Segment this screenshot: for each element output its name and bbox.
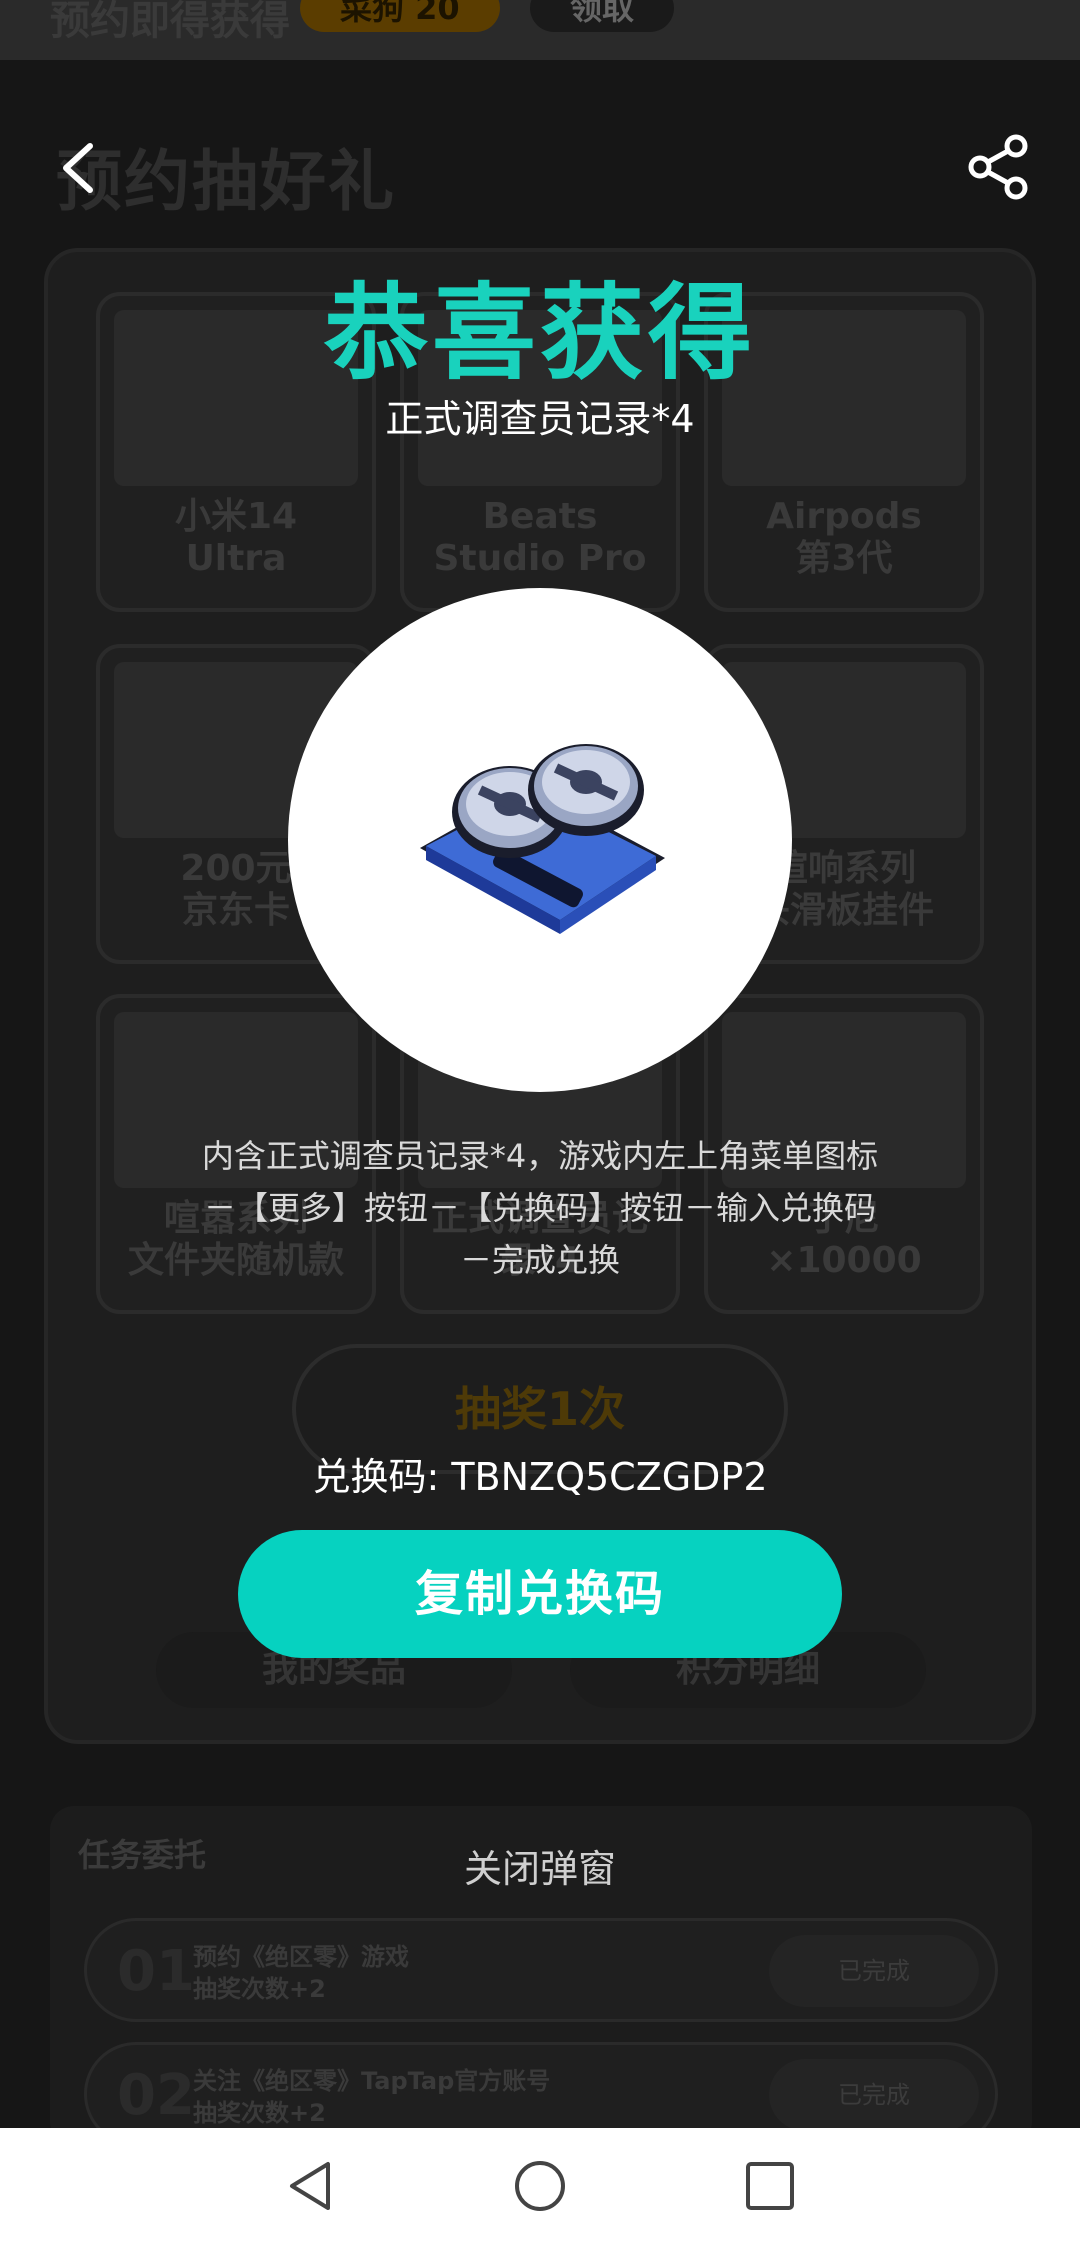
- share-icon[interactable]: [964, 132, 1034, 202]
- investigator-record-tape-icon: [420, 744, 665, 934]
- prize-label: 小米14 Ultra: [174, 496, 298, 579]
- chevron-left-icon[interactable]: [52, 138, 112, 198]
- task-row: 02 关注《绝区零》TapTap官方账号 抽奖次数+2 已完成: [84, 2042, 998, 2128]
- task-number: 01: [117, 1939, 195, 2004]
- top-strip-claim: 领取: [530, 0, 675, 32]
- task-status-button: 已完成: [769, 1935, 979, 2007]
- redeem-code: 兑换码: TBNZQ5CZGDP2: [312, 1455, 768, 1499]
- top-strip: 预约即得获得 菜狗 20 领取: [0, 0, 1080, 60]
- task-status-button: 已完成: [769, 2059, 979, 2128]
- circle-home-icon[interactable]: [512, 2158, 568, 2214]
- prize-label: Airpods 第3代: [766, 496, 922, 579]
- reward-name: 正式调查员记录*4: [385, 397, 695, 441]
- task-number: 02: [117, 2063, 195, 2128]
- prize-label: Beats Studio Pro: [433, 496, 647, 579]
- system-nav-bar: [0, 2128, 1080, 2244]
- task-description: 预约《绝区零》游戏 抽奖次数+2: [193, 1943, 409, 2003]
- top-strip-text: 预约即得获得: [50, 0, 290, 44]
- task-row: 01 预约《绝区零》游戏 抽奖次数+2 已完成: [84, 1918, 998, 2022]
- task-description: 关注《绝区零》TapTap官方账号 抽奖次数+2: [193, 2067, 551, 2127]
- square-recent-icon[interactable]: [742, 2158, 798, 2214]
- top-strip-pill: 菜狗 20: [300, 0, 500, 32]
- reward-image: [288, 588, 792, 1092]
- close-popup-button[interactable]: 关闭弹窗: [0, 1838, 1080, 1893]
- modal-title: 恭喜获得: [323, 272, 756, 394]
- reward-description: 内含正式调查员记录*4，游戏内左上角菜单图标－【更多】按钮－【兑换码】按钮－输入…: [201, 1137, 879, 1279]
- copy-code-button[interactable]: 复制兑换码: [238, 1530, 842, 1658]
- triangle-back-icon[interactable]: [284, 2158, 340, 2214]
